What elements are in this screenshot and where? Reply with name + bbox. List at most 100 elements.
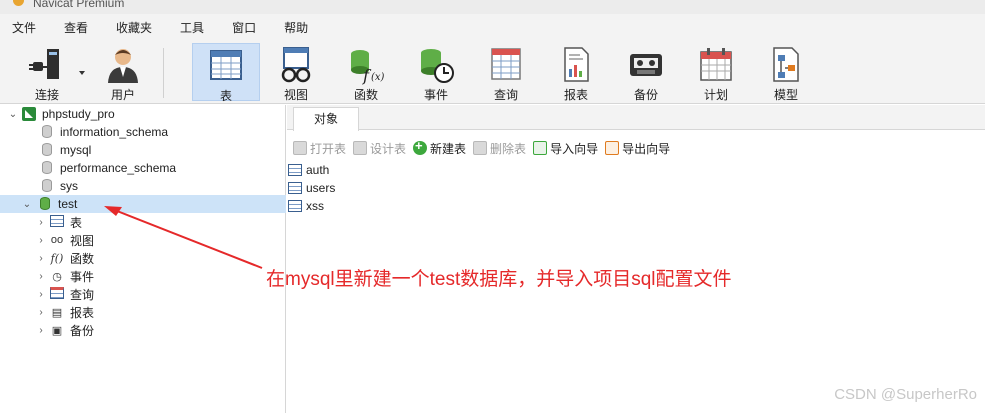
import-wizard-label: 导入向导 bbox=[550, 141, 599, 156]
tree-views[interactable]: › oo 视图 bbox=[0, 231, 286, 249]
menu-bar: 文件 查看 收藏夹 工具 窗口 帮助 bbox=[0, 14, 985, 40]
import-icon bbox=[533, 141, 548, 155]
new-table-plus-icon bbox=[413, 138, 428, 155]
table-button[interactable]: 表 bbox=[192, 43, 260, 103]
table-icon bbox=[206, 46, 246, 86]
tree-label: 函数 bbox=[70, 251, 95, 266]
export-wizard-label: 导出向导 bbox=[622, 141, 671, 156]
db-label: information_schema bbox=[60, 125, 169, 139]
menu-file[interactable]: 文件 bbox=[12, 19, 36, 36]
tree-backups[interactable]: › ▣ 备份 bbox=[0, 321, 286, 339]
table-icon bbox=[288, 182, 302, 194]
navicat-window: Navicat Premium 文件 查看 收藏夹 工具 窗口 帮助 连接 用户 bbox=[0, 0, 985, 413]
watermark: CSDN @SuperherRo bbox=[834, 386, 977, 403]
list-item[interactable]: users bbox=[288, 179, 335, 197]
db-node-test[interactable]: ⌄ test bbox=[0, 195, 286, 213]
expand-chevron-icon[interactable]: › bbox=[36, 235, 46, 246]
db-node-mysql[interactable]: mysql bbox=[0, 141, 286, 159]
expand-chevron-icon[interactable]: › bbox=[36, 253, 46, 264]
app-icon bbox=[13, 0, 24, 6]
connect-button[interactable]: 连接 bbox=[13, 43, 81, 102]
database-icon bbox=[40, 143, 54, 157]
function-label: 函数 bbox=[353, 88, 378, 102]
collapse-chevron-icon[interactable]: ⌄ bbox=[22, 199, 32, 210]
tree-reports[interactable]: › ▤ 报表 bbox=[0, 303, 286, 321]
menu-tools[interactable]: 工具 bbox=[180, 19, 204, 36]
tree-label: 报表 bbox=[70, 305, 95, 320]
plug-icon bbox=[27, 45, 67, 85]
open-table-icon bbox=[293, 141, 307, 155]
connection-node[interactable]: ⌄ phpstudy_pro bbox=[0, 105, 286, 123]
delete-table-button[interactable]: 删除表 bbox=[473, 140, 526, 157]
expand-chevron-icon[interactable]: › bbox=[36, 325, 46, 336]
function-icon: f() bbox=[50, 251, 64, 265]
list-item[interactable]: auth bbox=[288, 161, 329, 179]
menu-window[interactable]: 窗口 bbox=[232, 19, 256, 36]
design-table-icon bbox=[353, 141, 368, 155]
model-button[interactable]: 模型 bbox=[752, 43, 820, 102]
db-node-performance-schema[interactable]: performance_schema bbox=[0, 159, 286, 177]
tree-label: 表 bbox=[70, 215, 83, 230]
connect-dropdown-icon[interactable] bbox=[79, 71, 85, 75]
connect-label: 连接 bbox=[34, 88, 59, 102]
backup-tape-icon bbox=[626, 45, 666, 85]
view-glasses-icon bbox=[276, 45, 316, 85]
database-open-icon bbox=[38, 197, 52, 211]
import-wizard-button[interactable]: 导入向导 bbox=[533, 140, 598, 157]
event-clock-icon: ◷ bbox=[52, 270, 62, 283]
db-node-information-schema[interactable]: information_schema bbox=[0, 123, 286, 141]
database-icon bbox=[40, 125, 54, 139]
view-button[interactable]: 视图 bbox=[262, 43, 330, 102]
backup-button[interactable]: 备份 bbox=[612, 43, 680, 102]
tree-functions[interactable]: › f() 函数 bbox=[0, 249, 286, 267]
svg-text:(x): (x) bbox=[371, 72, 385, 83]
new-table-button[interactable]: 新建表 bbox=[413, 138, 466, 157]
title-bar: Navicat Premium bbox=[0, 0, 985, 14]
table-icon bbox=[288, 164, 302, 176]
tree-queries[interactable]: › 查询 bbox=[0, 285, 286, 303]
export-wizard-button[interactable]: 导出向导 bbox=[605, 140, 670, 157]
expand-chevron-icon[interactable]: › bbox=[36, 271, 46, 282]
expand-chevron-icon[interactable]: › bbox=[36, 217, 46, 228]
schedule-button[interactable]: 计划 bbox=[682, 43, 750, 102]
model-icon bbox=[766, 45, 806, 85]
connection-name: phpstudy_pro bbox=[42, 107, 115, 121]
collapse-chevron-icon[interactable]: ⌄ bbox=[8, 109, 18, 120]
view-glasses-icon: oo bbox=[50, 234, 64, 246]
menu-view[interactable]: 查看 bbox=[64, 19, 88, 36]
tree-tables[interactable]: › 表 bbox=[0, 213, 286, 231]
user-icon bbox=[103, 45, 143, 85]
user-button[interactable]: 用户 bbox=[89, 43, 157, 102]
tree-label: 事件 bbox=[70, 269, 95, 284]
menu-help[interactable]: 帮助 bbox=[284, 19, 308, 36]
report-label: 报表 bbox=[563, 88, 588, 102]
list-item[interactable]: xss bbox=[288, 197, 324, 215]
database-icon bbox=[40, 161, 54, 175]
open-table-button[interactable]: 打开表 bbox=[293, 140, 346, 157]
db-node-sys[interactable]: sys bbox=[0, 177, 286, 195]
design-table-button[interactable]: 设计表 bbox=[353, 140, 406, 157]
function-button[interactable]: f (x) 函数 bbox=[332, 43, 400, 102]
query-icon bbox=[50, 287, 64, 301]
tree-events[interactable]: › ◷ 事件 bbox=[0, 267, 286, 285]
event-button[interactable]: 事件 bbox=[402, 43, 470, 102]
expand-chevron-icon[interactable]: › bbox=[36, 289, 46, 300]
navigator-panel: ⌄ phpstudy_pro information_schema mysql … bbox=[0, 105, 286, 413]
report-button[interactable]: 报表 bbox=[542, 43, 610, 102]
report-icon: ▤ bbox=[51, 306, 63, 319]
delete-table-label: 删除表 bbox=[490, 141, 527, 156]
function-icon: f (x) bbox=[346, 45, 386, 85]
object-name: auth bbox=[306, 163, 330, 177]
main-toolbar: 连接 用户 表 视图 f (x) 函数 事件 查询 报表 备份 计划 模型 bbox=[0, 40, 985, 104]
expand-chevron-icon[interactable]: › bbox=[36, 307, 46, 318]
event-clock-icon bbox=[416, 45, 456, 85]
calendar-icon bbox=[696, 45, 736, 85]
design-table-label: 设计表 bbox=[370, 141, 407, 156]
query-button[interactable]: 查询 bbox=[472, 43, 540, 102]
object-toolbar: 打开表 设计表 新建表 删除表 导入向导 导出向导 bbox=[287, 137, 985, 159]
tab-objects[interactable]: 对象 bbox=[293, 107, 359, 131]
tree-label: 视图 bbox=[70, 233, 95, 248]
menu-favorites[interactable]: 收藏夹 bbox=[116, 19, 152, 36]
table-label: 表 bbox=[219, 89, 232, 103]
table-icon bbox=[50, 215, 64, 229]
